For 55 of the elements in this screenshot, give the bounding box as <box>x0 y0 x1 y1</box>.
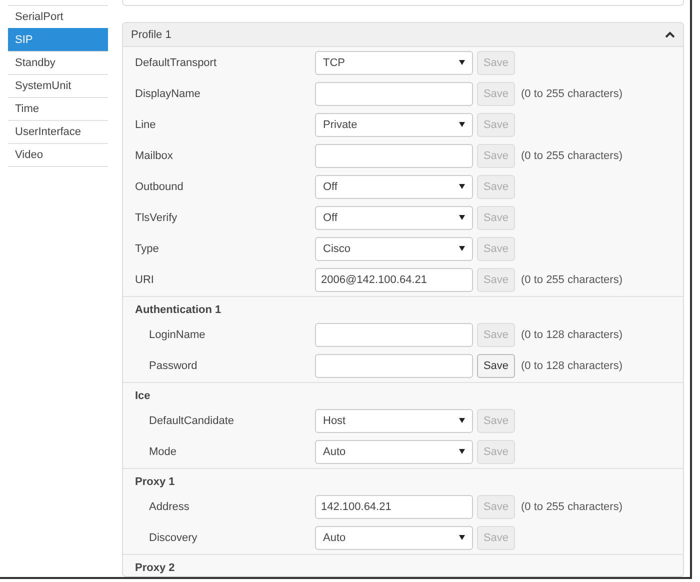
caret-icon <box>459 122 465 127</box>
sidebar-item[interactable]: Time <box>8 97 108 120</box>
field-label: Address <box>148 500 190 512</box>
caret-icon <box>459 184 465 189</box>
field-label: TlsVerify <box>135 212 178 224</box>
field-label: Mailbox <box>135 150 174 162</box>
input-field[interactable] <box>315 144 473 168</box>
field-label: DefaultCandidate <box>148 414 236 426</box>
field-label: Line <box>135 118 157 130</box>
caret-icon <box>459 535 465 540</box>
section-heading: Authentication 1 <box>134 303 222 318</box>
field-label: Password <box>148 360 198 372</box>
input-field[interactable]: 142.100.64.21 <box>315 494 473 518</box>
chevron-up-icon[interactable] <box>665 31 675 38</box>
dropdown[interactable]: Host <box>315 408 473 432</box>
panel-title: Profile 1 <box>131 28 172 40</box>
caret-icon <box>459 418 465 423</box>
sidebar-item[interactable]: SystemUnit <box>8 74 108 97</box>
dropdown[interactable]: Auto <box>315 440 473 464</box>
hint-text: (0 to 255 characters) <box>521 88 622 100</box>
sidebar-item[interactable]: UserInterface <box>8 120 108 143</box>
hint-text: (0 to 128 characters) <box>521 360 622 372</box>
section-heading: Ice <box>134 389 152 404</box>
dropdown[interactable]: Off <box>315 206 473 230</box>
caret-icon <box>459 449 465 454</box>
field-label: Mode <box>148 446 178 458</box>
field-label: DisplayName <box>135 88 202 100</box>
hint-text: (0 to 255 characters) <box>521 150 622 162</box>
caret-icon <box>459 60 465 65</box>
sidebar-item[interactable]: Standby <box>8 51 108 74</box>
hint-text: (0 to 255 characters) <box>521 500 622 512</box>
section-heading: Proxy 2 <box>134 561 176 576</box>
input-field[interactable] <box>315 354 473 378</box>
sidebar-item[interactable]: Video <box>8 143 108 167</box>
dropdown[interactable]: Auto <box>315 526 473 550</box>
input-field[interactable] <box>315 322 473 346</box>
dropdown[interactable]: Off <box>315 174 473 198</box>
hint-text: (0 to 128 characters) <box>521 328 622 340</box>
section-heading: Proxy 1 <box>134 475 176 490</box>
field-label: LoginName <box>148 328 206 340</box>
field-label: URI <box>135 274 155 286</box>
dropdown[interactable]: Private <box>315 112 473 136</box>
caret-icon <box>459 215 465 220</box>
input-field[interactable]: 2006@142.100.64.21 <box>315 268 473 292</box>
hint-text: (0 to 255 characters) <box>521 274 622 286</box>
field-label: DefaultTransport <box>135 56 218 68</box>
panel-header[interactable]: Profile 1 <box>123 23 683 47</box>
input-field[interactable] <box>315 82 473 106</box>
save-button[interactable]: Save <box>477 354 515 378</box>
dropdown[interactable]: Cisco <box>315 236 473 260</box>
field-label: Type <box>135 242 160 254</box>
caret-icon <box>459 246 465 251</box>
dropdown[interactable]: TCP <box>315 50 473 74</box>
field-label: Discovery <box>148 532 198 544</box>
field-label: Outbound <box>135 180 184 192</box>
